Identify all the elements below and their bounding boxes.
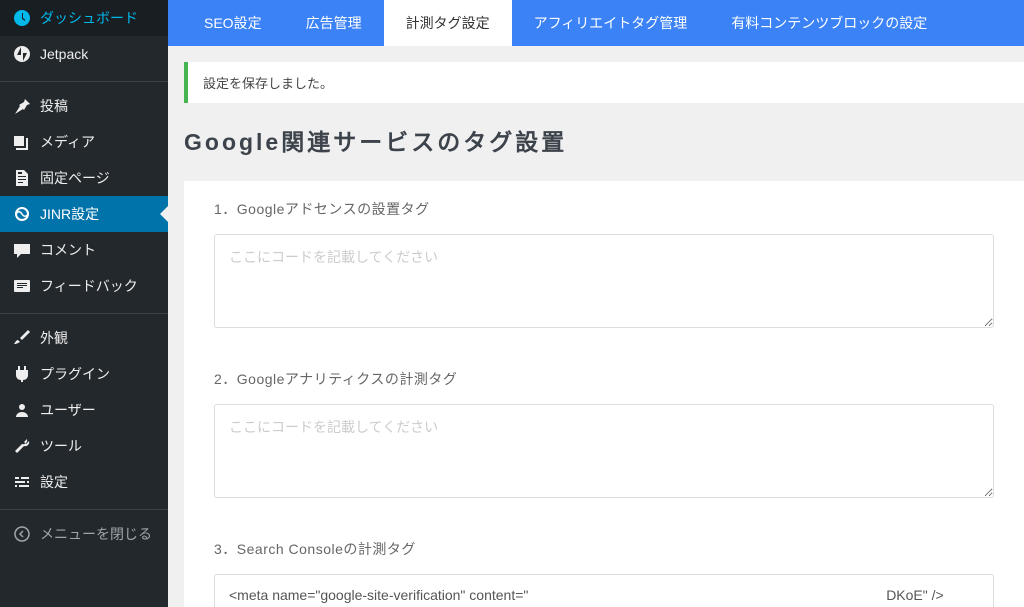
- sidebar-item-label: メディア: [40, 132, 95, 152]
- sidebar-item-collapse[interactable]: メニューを閉じる: [0, 516, 168, 552]
- tab-affiliate[interactable]: アフィリエイトタグ管理: [512, 0, 710, 46]
- sidebar-item-label: プラグイン: [40, 364, 110, 384]
- field-search-console: 3．Search Consoleの計測タグ: [214, 539, 994, 607]
- wrench-icon: [12, 436, 32, 456]
- sidebar-item-feedback[interactable]: フィードバック: [0, 268, 168, 304]
- sidebar-item-appearance[interactable]: 外観: [0, 320, 168, 356]
- sidebar-separator: [0, 77, 168, 82]
- media-icon: [12, 132, 32, 152]
- sidebar-item-label: ツール: [40, 436, 82, 456]
- settings-tabbar: SEO設定 広告管理 計測タグ設定 アフィリエイトタグ管理 有料コンテンツブロッ…: [168, 0, 1024, 46]
- dashboard-icon: [12, 8, 32, 28]
- search-console-textarea[interactable]: [214, 574, 994, 607]
- sidebar-item-plugins[interactable]: プラグイン: [0, 356, 168, 392]
- settings-panel: 1．Googleアドセンスの設置タグ 2．Googleアナリティクスの計測タグ …: [184, 181, 1024, 607]
- sidebar-item-label: フィードバック: [40, 276, 138, 296]
- sidebar-item-label: Jetpack: [40, 46, 88, 62]
- sidebar-item-label: 投稿: [40, 96, 68, 116]
- field-label: 1．Googleアドセンスの設置タグ: [214, 199, 994, 219]
- adsense-textarea[interactable]: [214, 234, 994, 328]
- collapse-icon: [12, 524, 32, 544]
- brush-icon: [12, 328, 32, 348]
- tab-seo[interactable]: SEO設定: [182, 0, 284, 46]
- sidebar-item-pages[interactable]: 固定ページ: [0, 160, 168, 196]
- field-label: 2．Googleアナリティクスの計測タグ: [214, 369, 994, 389]
- settings-sliders-icon: [12, 472, 32, 492]
- field-analytics: 2．Googleアナリティクスの計測タグ: [214, 369, 994, 503]
- sidebar-item-label: ユーザー: [40, 400, 96, 420]
- sidebar-item-tools[interactable]: ツール: [0, 428, 168, 464]
- sidebar-item-label: 固定ページ: [40, 168, 110, 188]
- sidebar-item-jetpack[interactable]: Jetpack: [0, 36, 168, 72]
- sidebar-item-label: メニューを閉じる: [40, 524, 152, 544]
- sidebar-item-users[interactable]: ユーザー: [0, 392, 168, 428]
- feedback-icon: [12, 276, 32, 296]
- admin-sidebar: ダッシュボード Jetpack 投稿 メディア 固定ページ JINR設定: [0, 0, 168, 607]
- save-success-notice: 設定を保存しました。: [184, 62, 1024, 103]
- comments-icon: [12, 240, 32, 260]
- sidebar-separator: [0, 505, 168, 510]
- sidebar-item-label: 外観: [40, 328, 68, 348]
- content-area: 設定を保存しました。 Google関連サービスのタグ設置 1．Googleアドセ…: [168, 46, 1024, 607]
- sidebar-item-jinr[interactable]: JINR設定: [0, 196, 168, 232]
- field-label: 3．Search Consoleの計測タグ: [214, 539, 994, 559]
- sidebar-item-dashboard[interactable]: ダッシュボード: [0, 0, 168, 36]
- user-icon: [12, 400, 32, 420]
- tab-paid-content[interactable]: 有料コンテンツブロックの設定: [709, 0, 949, 46]
- analytics-textarea[interactable]: [214, 404, 994, 498]
- sidebar-item-posts[interactable]: 投稿: [0, 88, 168, 124]
- sidebar-item-label: 設定: [40, 472, 68, 492]
- sidebar-separator: [0, 309, 168, 314]
- sidebar-item-label: JINR設定: [40, 204, 99, 224]
- notice-text: 設定を保存しました。: [203, 76, 333, 91]
- tab-ads[interactable]: 広告管理: [284, 0, 384, 46]
- field-adsense: 1．Googleアドセンスの設置タグ: [214, 199, 994, 333]
- jetpack-icon: [12, 44, 32, 64]
- jinr-icon: [12, 204, 32, 224]
- main-content: SEO設定 広告管理 計測タグ設定 アフィリエイトタグ管理 有料コンテンツブロッ…: [168, 0, 1024, 607]
- tab-tracking[interactable]: 計測タグ設定: [384, 0, 512, 46]
- sidebar-item-comments[interactable]: コメント: [0, 232, 168, 268]
- pin-icon: [12, 96, 32, 116]
- page-icon: [12, 168, 32, 188]
- sidebar-item-settings[interactable]: 設定: [0, 464, 168, 500]
- section-heading: Google関連サービスのタグ設置: [184, 123, 1024, 157]
- sidebar-item-label: コメント: [40, 240, 96, 260]
- sidebar-item-media[interactable]: メディア: [0, 124, 168, 160]
- plugin-icon: [12, 364, 32, 384]
- sidebar-item-label: ダッシュボード: [40, 8, 138, 28]
